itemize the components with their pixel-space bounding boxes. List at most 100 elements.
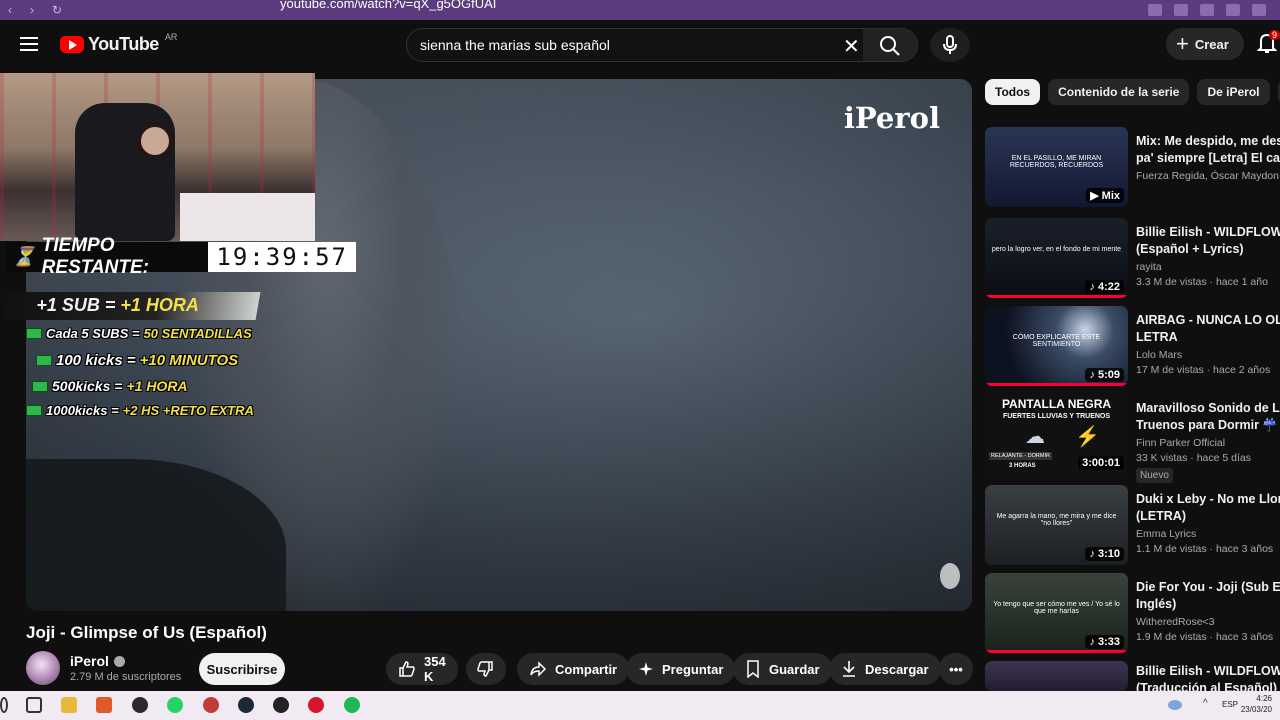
clear-search-icon[interactable]: ✕ bbox=[843, 34, 860, 59]
sub-rule-banner: +1 SUB = +1 HORA bbox=[3, 292, 261, 320]
extension-icon[interactable] bbox=[1148, 4, 1162, 16]
language-indicator[interactable]: ESP bbox=[1222, 700, 1238, 709]
thumbnail-hours: 3 HORAS bbox=[1009, 463, 1036, 469]
video-thumbnail[interactable]: PANTALLA NEGRA FUERTES LLUVIAS Y TRUENOS… bbox=[985, 394, 1128, 474]
video-title-line1[interactable]: Billie Eilish - WILDFLOWER bbox=[1136, 224, 1280, 241]
duration-badge: 3:00:01 bbox=[1078, 456, 1124, 470]
video-title-line2[interactable]: (LETRA) bbox=[1136, 508, 1280, 525]
video-thumbnail[interactable]: Yo tengo que ser cómo me ves / Yo sé lo … bbox=[985, 573, 1128, 653]
extension-icon[interactable] bbox=[1252, 4, 1266, 16]
search-box[interactable]: sienna the marias sub español ✕ bbox=[406, 28, 918, 62]
channel-name-row[interactable]: iPerol bbox=[70, 653, 125, 669]
notification-badge: 9 bbox=[1269, 30, 1280, 40]
app-icon[interactable] bbox=[132, 697, 148, 713]
recommendation-item[interactable]: pero la logro ver, en el fondo de mi men… bbox=[985, 218, 1280, 300]
menu-icon[interactable] bbox=[20, 37, 38, 51]
recommendation-item[interactable]: PANTALLA NEGRA FUERTES LLUVIAS Y TRUENOS… bbox=[985, 394, 1280, 483]
video-thumbnail[interactable]: CÓMO EXPLICARTE ESTE SENTIMIENTO ♪ 5:09 bbox=[985, 306, 1128, 386]
recommendation-item[interactable]: Billie Eilish - WILDFLOWER (Traducción a… bbox=[985, 661, 1280, 691]
notifications-button[interactable]: 9 bbox=[1256, 30, 1280, 56]
recommendation-item[interactable]: CÓMO EXPLICARTE ESTE SENTIMIENTO ♪ 5:09 A… bbox=[985, 306, 1280, 388]
hourglass-icon: ⏳ bbox=[12, 247, 36, 268]
chip-series[interactable]: Contenido de la serie bbox=[1048, 79, 1190, 105]
video-title-line1[interactable]: Billie Eilish - WILDFLOWER bbox=[1136, 663, 1280, 680]
app-icon[interactable] bbox=[203, 697, 219, 713]
video-thumbnail[interactable]: EN EL PASILLO, ME MIRAN RECUERDOS, RECUE… bbox=[985, 127, 1128, 207]
video-thumbnail[interactable]: Me agarra la mano, me mira y me dice "no… bbox=[985, 485, 1128, 565]
clock[interactable]: 4:26 23/03/20 bbox=[1241, 693, 1272, 715]
plus-icon: + bbox=[1176, 31, 1189, 56]
opera-icon[interactable] bbox=[308, 697, 324, 713]
tray-chevron-icon[interactable]: ^ bbox=[1203, 698, 1208, 709]
video-title-line2[interactable]: LETRA bbox=[1136, 329, 1280, 346]
spotify-icon[interactable] bbox=[344, 697, 360, 713]
video-channel[interactable]: Fuerza Regida, Óscar Maydon, G bbox=[1136, 170, 1280, 182]
ask-button[interactable]: Preguntar bbox=[626, 653, 736, 685]
video-title-line2[interactable]: (Traducción al Español) bbox=[1136, 680, 1280, 691]
steam-icon[interactable] bbox=[238, 697, 254, 713]
recommendation-filter-chips: Todos Contenido de la serie De iPerol Jo bbox=[985, 79, 1280, 105]
channel-name[interactable]: iPerol bbox=[70, 653, 109, 669]
forward-icon[interactable]: › bbox=[30, 3, 34, 17]
create-button[interactable]: + Crear bbox=[1166, 28, 1244, 60]
video-title-line1[interactable]: AIRBAG - NUNCA LO OLVIDÉ bbox=[1136, 312, 1280, 329]
video-title-line2[interactable]: Truenos para Dormir ☔ ... bbox=[1136, 417, 1280, 434]
dislike-button[interactable] bbox=[466, 653, 506, 685]
video-channel[interactable]: WitheredRose<3 bbox=[1136, 616, 1280, 628]
epic-games-icon[interactable] bbox=[273, 697, 289, 713]
bookmark-icon bbox=[747, 660, 759, 678]
video-title-line2[interactable]: pa' siempre [Letra] El cadáver bbox=[1136, 150, 1280, 167]
thumbs-up-icon bbox=[399, 661, 415, 677]
download-button[interactable]: Descargar bbox=[829, 653, 941, 685]
extension-icon[interactable] bbox=[1226, 4, 1240, 16]
search-button[interactable] bbox=[863, 29, 917, 61]
download-label: Descargar bbox=[865, 661, 929, 677]
reload-icon[interactable]: ↻ bbox=[52, 3, 62, 17]
subscribe-button[interactable]: Suscribirse bbox=[199, 653, 285, 685]
video-channel[interactable]: Emma Lyrics bbox=[1136, 528, 1280, 540]
music-icon: ♪ bbox=[1089, 281, 1095, 293]
search-input[interactable]: sienna the marias sub español bbox=[420, 37, 610, 53]
whatsapp-icon[interactable] bbox=[167, 697, 183, 713]
video-thumbnail[interactable]: pero la logro ver, en el fondo de mi men… bbox=[985, 218, 1128, 298]
video-title-line1[interactable]: Mix: Me despido, me despido bbox=[1136, 133, 1280, 150]
duration-label: 3:00:01 bbox=[1082, 457, 1120, 469]
video-title-line1[interactable]: Maravilloso Sonido de Lluvia bbox=[1136, 400, 1280, 417]
video-thumbnail[interactable] bbox=[985, 661, 1128, 691]
video-channel[interactable]: Lolo Mars bbox=[1136, 349, 1280, 361]
back-icon[interactable]: ‹ bbox=[8, 3, 12, 17]
file-explorer-icon[interactable] bbox=[61, 697, 77, 713]
extension-icon[interactable] bbox=[1174, 4, 1188, 16]
task-view-icon[interactable] bbox=[26, 697, 42, 713]
rule-row: 500kicks = +1 HORA bbox=[32, 378, 188, 394]
address-bar[interactable]: youtube.com/watch?v=qX_g5OGfUAI bbox=[250, 0, 850, 14]
brave-browser-icon[interactable] bbox=[96, 697, 112, 713]
more-icon: ••• bbox=[949, 661, 963, 677]
video-title-line2[interactable]: Inglés) bbox=[1136, 596, 1280, 613]
video-title-line2[interactable]: (Español + Lyrics) bbox=[1136, 241, 1280, 258]
youtube-logo[interactable]: YouTube AR bbox=[60, 32, 177, 55]
recommendation-item[interactable]: Yo tengo que ser cómo me ves / Yo sé lo … bbox=[985, 573, 1280, 655]
video-title-line1[interactable]: Die For You - Joji (Sub Español bbox=[1136, 579, 1280, 596]
duration-badge: ♪ 3:33 bbox=[1085, 635, 1124, 649]
chip-all[interactable]: Todos bbox=[985, 79, 1041, 105]
extension-icon[interactable] bbox=[1200, 4, 1214, 16]
recommendation-item[interactable]: EN EL PASILLO, ME MIRAN RECUERDOS, RECUE… bbox=[985, 127, 1280, 209]
search-icon[interactable] bbox=[0, 697, 8, 713]
video-channel[interactable]: rayita bbox=[1136, 261, 1280, 273]
save-button[interactable]: Guardar bbox=[733, 653, 832, 685]
recommendation-item[interactable]: Me agarra la mano, me mira y me dice "no… bbox=[985, 485, 1280, 567]
video-channel[interactable]: Finn Parker Official bbox=[1136, 437, 1280, 449]
channel-avatar[interactable] bbox=[26, 651, 60, 685]
chip-from-channel[interactable]: De iPerol bbox=[1197, 79, 1270, 105]
more-actions-button[interactable]: ••• bbox=[939, 653, 973, 685]
rule-right: +10 MINUTOS bbox=[139, 352, 239, 369]
video-title-line1[interactable]: Duki x Leby - No me Llores bbox=[1136, 491, 1280, 508]
voice-search-button[interactable] bbox=[930, 28, 970, 62]
weather-icon[interactable] bbox=[1168, 700, 1182, 710]
music-icon: ♪ bbox=[1089, 548, 1095, 560]
like-button[interactable]: 354 K bbox=[386, 653, 458, 685]
share-button[interactable]: Compartir bbox=[517, 653, 630, 685]
subscriber-count: 2.79 M de suscriptores bbox=[70, 671, 182, 683]
mix-badge: ▶ Mix bbox=[1086, 188, 1124, 203]
